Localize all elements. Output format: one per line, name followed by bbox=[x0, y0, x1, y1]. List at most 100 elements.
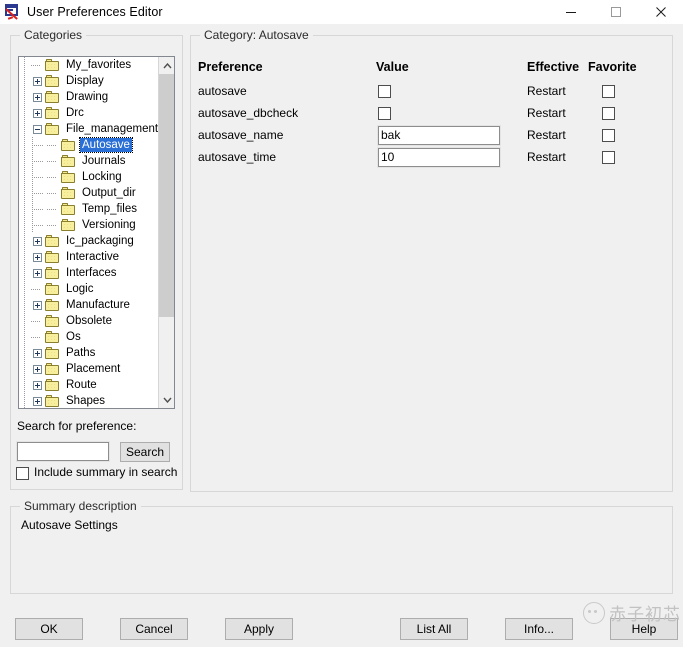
tree-item-os[interactable]: Os bbox=[19, 329, 158, 345]
tree-indent-guide bbox=[19, 233, 29, 249]
tree-item-label: My_favorites bbox=[66, 59, 132, 71]
cancel-button[interactable]: Cancel bbox=[120, 618, 188, 640]
preference-row: autosave_name bak Restart bbox=[0, 125, 683, 148]
favorite-checkbox[interactable] bbox=[602, 151, 615, 164]
value-textbox[interactable]: bak bbox=[377, 125, 501, 146]
tree-item-temp_files[interactable]: Temp_files bbox=[19, 201, 158, 217]
tree-connector bbox=[45, 169, 61, 185]
folder-icon bbox=[61, 186, 77, 200]
minimize-button[interactable] bbox=[548, 0, 593, 24]
folder-icon bbox=[45, 330, 61, 344]
tree-item-logic[interactable]: Logic bbox=[19, 281, 158, 297]
folder-icon bbox=[61, 202, 77, 216]
category-legend: Category: Autosave bbox=[200, 28, 313, 42]
favorite-checkbox[interactable] bbox=[602, 85, 615, 98]
tree-item-interactive[interactable]: Interactive bbox=[19, 249, 158, 265]
favorite-checkbox[interactable] bbox=[602, 129, 615, 142]
ok-button[interactable]: OK bbox=[15, 618, 83, 640]
expand-plus-icon[interactable] bbox=[29, 393, 45, 408]
tree-item-label: Os bbox=[66, 331, 81, 343]
tree-indent-guide bbox=[19, 265, 29, 281]
summary-legend: Summary description bbox=[20, 499, 141, 513]
close-button[interactable] bbox=[638, 0, 683, 24]
tree-indent-guide bbox=[19, 361, 29, 377]
folder-icon bbox=[45, 266, 61, 280]
value-checkbox[interactable] bbox=[378, 85, 391, 98]
favorite-checkbox[interactable] bbox=[602, 107, 615, 120]
effective-value: Restart bbox=[527, 84, 566, 98]
maximize-button[interactable] bbox=[593, 0, 638, 24]
tree-item-route[interactable]: Route bbox=[19, 377, 158, 393]
preference-name: autosave_name bbox=[198, 128, 284, 142]
tree-indent-guide bbox=[19, 377, 29, 393]
column-header-preference: Preference bbox=[198, 60, 263, 74]
window-title: User Preferences Editor bbox=[27, 5, 163, 19]
folder-icon bbox=[45, 314, 61, 328]
expand-plus-icon[interactable] bbox=[29, 297, 45, 313]
search-input[interactable] bbox=[16, 441, 110, 462]
minimize-icon bbox=[565, 12, 576, 13]
expand-plus-icon[interactable] bbox=[29, 233, 45, 249]
expand-plus-icon[interactable] bbox=[29, 265, 45, 281]
categories-legend: Categories bbox=[20, 28, 87, 42]
include-summary-checkbox[interactable] bbox=[16, 467, 29, 480]
tree-indent-guide bbox=[19, 169, 29, 185]
tree-indent-guide bbox=[19, 313, 29, 329]
tree-item-manufacture[interactable]: Manufacture bbox=[19, 297, 158, 313]
tree-indent-guide bbox=[19, 57, 29, 73]
folder-icon bbox=[45, 346, 61, 360]
preference-name: autosave_dbcheck bbox=[198, 106, 299, 120]
tree-item-label: Manufacture bbox=[66, 299, 130, 311]
list-all-button[interactable]: List All bbox=[400, 618, 468, 640]
apply-button[interactable]: Apply bbox=[225, 618, 293, 640]
folder-icon bbox=[45, 378, 61, 392]
tree-item-my_favorites[interactable]: My_favorites bbox=[19, 57, 158, 73]
expand-plus-icon[interactable] bbox=[29, 361, 45, 377]
tree-indent-guide bbox=[19, 393, 29, 408]
effective-value: Restart bbox=[527, 106, 566, 120]
tree-item-locking[interactable]: Locking bbox=[19, 169, 158, 185]
tree-item-shapes[interactable]: Shapes bbox=[19, 393, 158, 408]
effective-value: Restart bbox=[527, 150, 566, 164]
folder-icon bbox=[45, 394, 61, 408]
maximize-icon bbox=[610, 7, 621, 17]
wechat-logo-icon bbox=[583, 601, 605, 624]
tree-connector bbox=[45, 201, 61, 217]
folder-icon bbox=[45, 58, 61, 72]
tree-indent-guide bbox=[19, 297, 29, 313]
tree-item-obsolete[interactable]: Obsolete bbox=[19, 313, 158, 329]
scroll-up-button[interactable] bbox=[159, 57, 174, 74]
tree-item-paths[interactable]: Paths bbox=[19, 345, 158, 361]
tree-item-label: Output_dir bbox=[82, 187, 136, 199]
expand-plus-icon[interactable] bbox=[29, 249, 45, 265]
value-textbox[interactable]: 10 bbox=[377, 147, 501, 168]
value-checkbox[interactable] bbox=[378, 107, 391, 120]
expand-plus-icon[interactable] bbox=[29, 377, 45, 393]
tree-indent-guide bbox=[19, 249, 29, 265]
tree-item-placement[interactable]: Placement bbox=[19, 361, 158, 377]
tree-connector bbox=[29, 281, 45, 297]
preference-row: autosave Restart bbox=[0, 82, 683, 104]
expand-plus-icon[interactable] bbox=[29, 345, 45, 361]
folder-icon bbox=[61, 218, 77, 232]
chevron-up-icon bbox=[162, 62, 172, 68]
tree-item-label: Route bbox=[66, 379, 97, 391]
tree-indent-guide bbox=[29, 185, 45, 201]
tree-item-label: Paths bbox=[66, 347, 96, 359]
tree-item-label: Logic bbox=[66, 283, 94, 295]
tree-item-label: Placement bbox=[66, 363, 121, 375]
chevron-down-icon bbox=[162, 397, 172, 403]
summary-text: Autosave Settings bbox=[21, 518, 118, 532]
help-button[interactable]: Help bbox=[610, 618, 678, 640]
tree-connector bbox=[29, 57, 45, 73]
tree-indent-guide bbox=[29, 217, 45, 233]
info-button[interactable]: Info... bbox=[505, 618, 573, 640]
tree-item-output_dir[interactable]: Output_dir bbox=[19, 185, 158, 201]
tree-item-ic_packaging[interactable]: Ic_packaging bbox=[19, 233, 158, 249]
tree-item-versioning[interactable]: Versioning bbox=[19, 217, 158, 233]
tree-item-interfaces[interactable]: Interfaces bbox=[19, 265, 158, 281]
include-summary-label: Include summary in search bbox=[34, 465, 178, 479]
column-header-effective: Effective bbox=[527, 60, 580, 74]
scroll-down-button[interactable] bbox=[159, 391, 174, 408]
search-button[interactable]: Search bbox=[120, 442, 170, 462]
